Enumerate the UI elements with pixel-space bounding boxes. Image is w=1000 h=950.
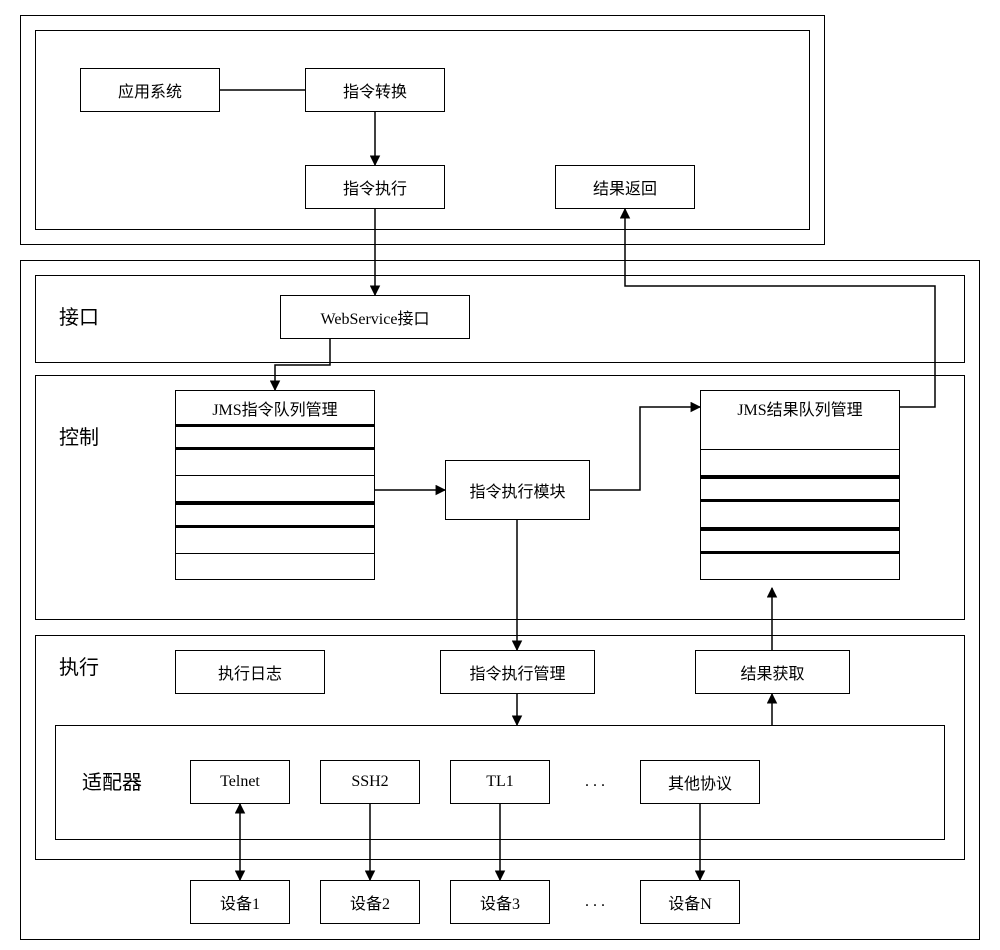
box-device-3: 设备3 — [450, 880, 550, 924]
jms-cmd-queue-title: JMS指令队列管理 — [175, 390, 375, 424]
box-exec-mgmt: 指令执行管理 — [440, 650, 595, 694]
jms-cmd-queue-row — [175, 554, 375, 580]
text-cmd-exec: 指令执行 — [343, 175, 407, 199]
text-app-system: 应用系统 — [118, 78, 182, 102]
box-cmd-exec: 指令执行 — [305, 165, 445, 209]
text-other-protocol: 其他协议 — [668, 770, 732, 794]
box-device-1: 设备1 — [190, 880, 290, 924]
box-exec-module: 指令执行模块 — [445, 460, 590, 520]
text-exec-module: 指令执行模块 — [469, 478, 565, 502]
box-webservice: WebService接口 — [280, 295, 470, 339]
text-result-fetch: 结果获取 — [740, 660, 804, 684]
text-cmd-convert: 指令转换 — [343, 78, 407, 102]
box-result-fetch: 结果获取 — [695, 650, 850, 694]
device-dots: . . . — [560, 880, 630, 924]
text-telnet: Telnet — [220, 773, 260, 791]
interface-frame — [35, 275, 965, 363]
jms-result-queue-row — [700, 424, 900, 450]
label-interface: 接口 — [45, 300, 165, 330]
box-device-2: 设备2 — [320, 880, 420, 924]
box-tl1: TL1 — [450, 760, 550, 804]
text-webservice: WebService接口 — [321, 305, 430, 329]
jms-result-queue-row — [700, 554, 900, 580]
jms-result-queue: JMS结果队列管理 — [700, 390, 900, 580]
box-result-return: 结果返回 — [555, 165, 695, 209]
box-exec-log: 执行日志 — [175, 650, 325, 694]
label-exec: 执行 — [45, 650, 165, 680]
jms-result-queue-row — [700, 476, 900, 502]
jms-cmd-queue-row — [175, 476, 375, 502]
text-ssh2: SSH2 — [351, 773, 388, 791]
box-cmd-convert: 指令转换 — [305, 68, 445, 112]
box-device-n: 设备N — [640, 880, 740, 924]
jms-result-queue-row — [700, 502, 900, 528]
text-result-return: 结果返回 — [593, 175, 657, 199]
box-app-system: 应用系统 — [80, 68, 220, 112]
jms-cmd-queue-row — [175, 424, 375, 450]
jms-result-queue-row — [700, 528, 900, 554]
jms-cmd-queue-row — [175, 450, 375, 476]
label-control: 控制 — [45, 420, 165, 450]
box-other-protocol: 其他协议 — [640, 760, 760, 804]
box-telnet: Telnet — [190, 760, 290, 804]
adapter-dots: . . . — [560, 760, 630, 804]
diagram-canvas: 应用系统 指令转换 指令执行 结果返回 接口 WebService接口 控制 J… — [0, 0, 1000, 950]
jms-cmd-queue: JMS指令队列管理 — [175, 390, 375, 580]
text-exec-log: 执行日志 — [218, 660, 282, 684]
text-exec-mgmt: 指令执行管理 — [469, 660, 565, 684]
jms-result-queue-row — [700, 450, 900, 476]
text-tl1: TL1 — [486, 773, 514, 791]
jms-cmd-queue-row — [175, 502, 375, 528]
label-adapter: 适配器 — [68, 765, 168, 795]
jms-cmd-queue-row — [175, 528, 375, 554]
jms-result-queue-title: JMS结果队列管理 — [700, 390, 900, 424]
box-ssh2: SSH2 — [320, 760, 420, 804]
